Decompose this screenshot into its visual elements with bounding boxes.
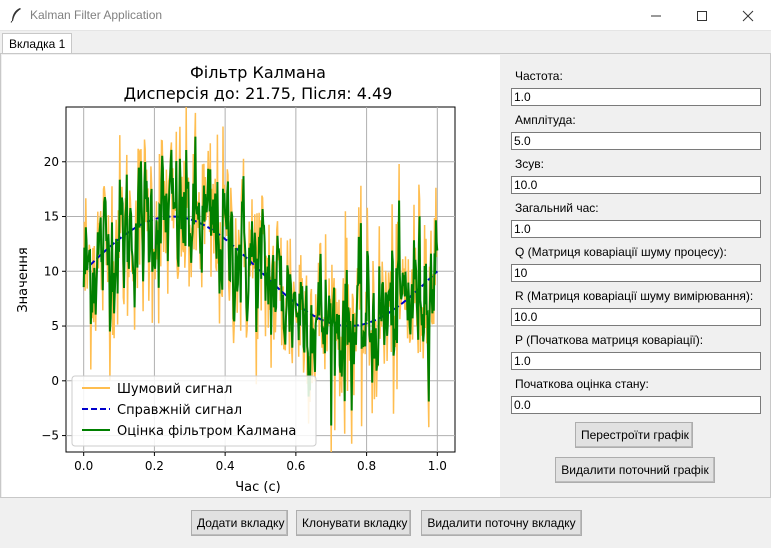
legend-label-true: Справжній сигнал	[117, 403, 242, 418]
tab-vkladka-1[interactable]: Вкладка 1	[2, 33, 73, 55]
maximize-button[interactable]	[679, 0, 725, 31]
x-axis-ticks: 0.0 0.2 0.4 0.6 0.8 1.0	[74, 452, 447, 473]
initial-state-input[interactable]	[511, 396, 761, 414]
kalman-chart: Фільтр Калмана Дисперсія до: 21.75, Післ…	[16, 63, 456, 495]
x-tick-label: 0.4	[216, 459, 235, 473]
y-axis-label: Значення	[16, 247, 31, 312]
frequency-input[interactable]	[511, 88, 761, 106]
q-matrix-input[interactable]	[511, 264, 761, 282]
y-axis-ticks: −5 0 5 10 15 20	[41, 155, 66, 443]
rebuild-plot-button[interactable]: Перестроїти графік	[575, 422, 693, 448]
chart-subtitle: Дисперсія до: 21.75, Після: 4.49	[124, 84, 393, 103]
y-tick-label: 15	[44, 210, 59, 224]
plot-canvas: Фільтр Калмана Дисперсія до: 21.75, Післ…	[2, 55, 500, 497]
maximize-icon	[697, 11, 707, 21]
offset-label: Зсув:	[515, 157, 544, 171]
total-time-label: Загальний час:	[515, 201, 599, 215]
close-icon	[742, 10, 754, 22]
tab-bar: Вкладка 1	[0, 31, 771, 55]
parameter-panel: Частота: Амплітуда: Зсув: Загальний час:…	[503, 55, 770, 497]
y-tick-label: 0	[51, 374, 59, 388]
y-tick-label: −5	[41, 429, 59, 443]
r-matrix-label: R (Матриця коваріації шуму вимірювання):	[515, 289, 754, 303]
x-tick-label: 0.8	[357, 459, 376, 473]
clone-tab-button[interactable]: Клонувати вкладку	[296, 510, 411, 536]
bottom-toolbar: Додати вкладку Клонувати вкладку Видалит…	[0, 498, 771, 548]
r-matrix-input[interactable]	[511, 308, 761, 326]
y-tick-label: 10	[44, 264, 59, 278]
x-tick-label: 0.0	[74, 459, 93, 473]
chart-title: Фільтр Калмана	[190, 63, 326, 82]
x-axis-label: Час (с)	[235, 480, 280, 495]
p-matrix-input[interactable]	[511, 352, 761, 370]
x-tick-label: 0.2	[145, 459, 164, 473]
delete-plot-button[interactable]: Видалити поточний графік	[555, 457, 715, 483]
p-matrix-label: P (Початкова матриця коваріації):	[515, 333, 704, 347]
add-tab-button[interactable]: Додати вкладку	[191, 510, 288, 536]
frequency-label: Частота:	[515, 69, 563, 83]
initial-state-label: Початкова оцінка стану:	[515, 377, 649, 391]
legend-label-estimate: Оцінка фільтром Калмана	[117, 424, 296, 439]
close-button[interactable]	[725, 0, 771, 31]
q-matrix-label: Q (Матриця коваріації шуму процесу):	[515, 245, 727, 259]
title-bar: Kalman Filter Application	[0, 0, 771, 31]
offset-input[interactable]	[511, 176, 761, 194]
delete-tab-button[interactable]: Видалити поточну вкладку	[421, 510, 582, 536]
y-tick-label: 20	[44, 155, 59, 169]
amplitude-label: Амплітуда:	[515, 113, 576, 127]
x-tick-label: 1.0	[428, 459, 447, 473]
x-tick-label: 0.6	[286, 459, 305, 473]
legend: Шумовий сигнал Справжній сигнал Оцінка ф…	[71, 375, 317, 447]
feather-icon	[10, 8, 21, 23]
amplitude-input[interactable]	[511, 132, 761, 150]
minimize-icon	[651, 15, 661, 17]
y-tick-label: 5	[51, 319, 59, 333]
minimize-button[interactable]	[633, 0, 679, 31]
tab-content: Фільтр Калмана Дисперсія до: 21.75, Післ…	[0, 53, 771, 498]
legend-label-noisy: Шумовий сигнал	[117, 382, 232, 397]
total-time-input[interactable]	[511, 220, 761, 238]
window-title: Kalman Filter Application	[30, 8, 163, 22]
